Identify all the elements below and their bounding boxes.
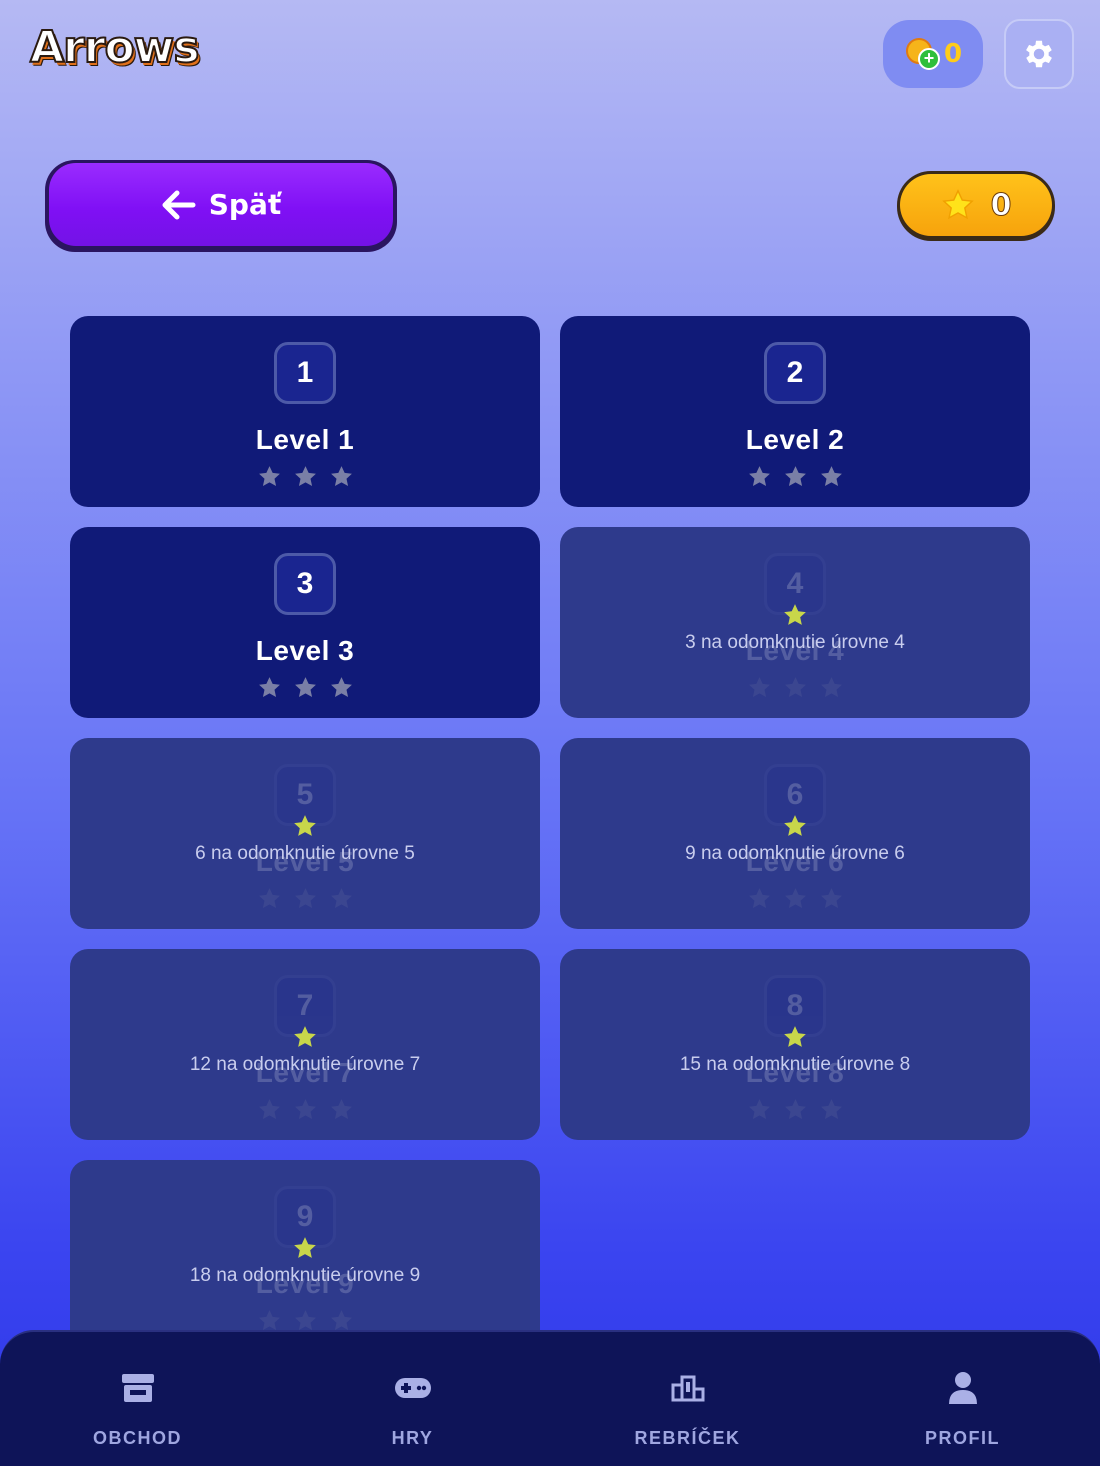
star-icon <box>258 1099 280 1119</box>
stars-total-value: 0 <box>990 187 1012 223</box>
level-card: 9 Level 9 18 na odomknutie úrovne 9 <box>70 1160 540 1351</box>
level-star-rating <box>560 886 1030 911</box>
user-icon <box>948 1372 977 1404</box>
level-name: Level 3 <box>255 635 355 666</box>
bottom-nav: OBCHOD HRY REBRÍČEK PROFIL <box>0 1330 1100 1466</box>
unlock-requirement-text: 3 na odomknutie úrovne 4 <box>685 632 905 653</box>
nav-label-leaderboard: REBRÍČEK <box>634 1428 741 1448</box>
star-icon <box>784 1099 806 1119</box>
nav-item-leaderboard[interactable]: REBRÍČEK <box>550 1332 825 1466</box>
unlock-star-icon <box>294 1026 316 1047</box>
star-icon <box>820 888 842 908</box>
star-icon <box>294 888 316 908</box>
level-card: 4 Level 43 na odomknutie úrovne 4 <box>560 527 1030 718</box>
star-icon <box>748 466 770 486</box>
star-icon <box>258 466 280 486</box>
nav-label-games: HRY <box>391 1428 434 1448</box>
coin-count: 0 <box>943 39 963 69</box>
star-icon <box>784 888 806 908</box>
star-icon <box>330 1099 352 1119</box>
level-star-rating <box>70 886 540 911</box>
star-icon <box>294 1099 316 1119</box>
unlock-requirement-text: 18 na odomknutie úrovne 9 <box>189 1265 421 1286</box>
level-card[interactable]: 1 Level 1 <box>70 316 540 507</box>
unlock-requirement-text: 12 na odomknutie úrovne 7 <box>189 1054 421 1075</box>
star-icon <box>258 677 280 697</box>
star-icon <box>748 1099 770 1119</box>
unlock-requirement-text: 15 na odomknutie úrovne 8 <box>679 1054 911 1075</box>
nav-label-profile: PROFIL <box>925 1428 1000 1448</box>
level-card: 7 Level 7 12 na odomknutie úrovne 7 <box>70 949 540 1140</box>
level-star-rating <box>560 464 1030 489</box>
level-name: Level 2 <box>745 424 845 455</box>
unlock-requirement-text: 9 na odomknutie úrovne 6 <box>685 843 905 864</box>
level-grid: 1 Level 1 2 Level 2 3 Level 3 4 Level 43 na odo… <box>70 316 1030 1351</box>
level-number-badge: 2 <box>764 342 826 404</box>
star-icon <box>941 189 974 220</box>
star-icon <box>258 888 280 908</box>
star-icon <box>784 677 806 697</box>
level-name: Level 1 <box>255 424 355 455</box>
store-icon <box>121 1374 154 1402</box>
level-card[interactable]: 3 Level 3 <box>70 527 540 718</box>
level-number-badge: 1 <box>274 342 336 404</box>
level-star-rating <box>70 675 540 700</box>
back-button-label: Späť <box>208 188 282 221</box>
level-star-rating <box>70 464 540 489</box>
level-star-rating <box>70 1097 540 1122</box>
level-number-badge: 3 <box>274 553 336 615</box>
level-star-rating <box>560 1097 1030 1122</box>
unlock-star-icon <box>784 815 806 836</box>
podium-icon <box>671 1375 704 1402</box>
level-star-rating <box>560 675 1030 700</box>
unlock-star-icon <box>294 815 316 836</box>
level-card[interactable]: 2 Level 2 <box>560 316 1030 507</box>
nav-label-shop: OBCHOD <box>93 1428 182 1448</box>
star-icon <box>820 1099 842 1119</box>
star-icon <box>330 677 352 697</box>
unlock-star-icon <box>784 604 806 625</box>
star-icon <box>330 888 352 908</box>
star-icon <box>748 677 770 697</box>
star-icon <box>330 466 352 486</box>
nav-item-shop[interactable]: OBCHOD <box>0 1332 275 1466</box>
star-icon <box>820 677 842 697</box>
nav-item-profile[interactable]: PROFIL <box>825 1332 1100 1466</box>
unlock-star-icon <box>294 1237 316 1258</box>
coins-add-icon: + <box>904 36 940 72</box>
gamepad-icon <box>394 1378 431 1398</box>
star-icon <box>748 888 770 908</box>
star-icon <box>294 677 316 697</box>
level-card: 6 Level 69 na odomknutie úrovne 6 <box>560 738 1030 929</box>
coin-balance-button[interactable]: + 0 <box>883 20 983 88</box>
star-icon <box>784 466 806 486</box>
app-title: Arrows <box>29 21 201 74</box>
level-card: 5 Level 56 na odomknutie úrovne 5 <box>70 738 540 929</box>
star-icon <box>294 466 316 486</box>
gear-icon <box>1026 40 1052 68</box>
settings-button[interactable] <box>1004 19 1074 89</box>
unlock-requirement-text: 6 na odomknutie úrovne 5 <box>195 843 415 864</box>
stars-total-badge: 0 <box>897 171 1055 241</box>
level-card: 8 Level 8 15 na odomknutie úrovne 8 <box>560 949 1030 1140</box>
unlock-star-icon <box>784 1026 806 1047</box>
star-icon <box>820 466 842 486</box>
nav-item-games[interactable]: HRY <box>275 1332 550 1466</box>
arrow-left-icon <box>162 190 196 219</box>
back-button[interactable]: Späť <box>45 160 397 252</box>
